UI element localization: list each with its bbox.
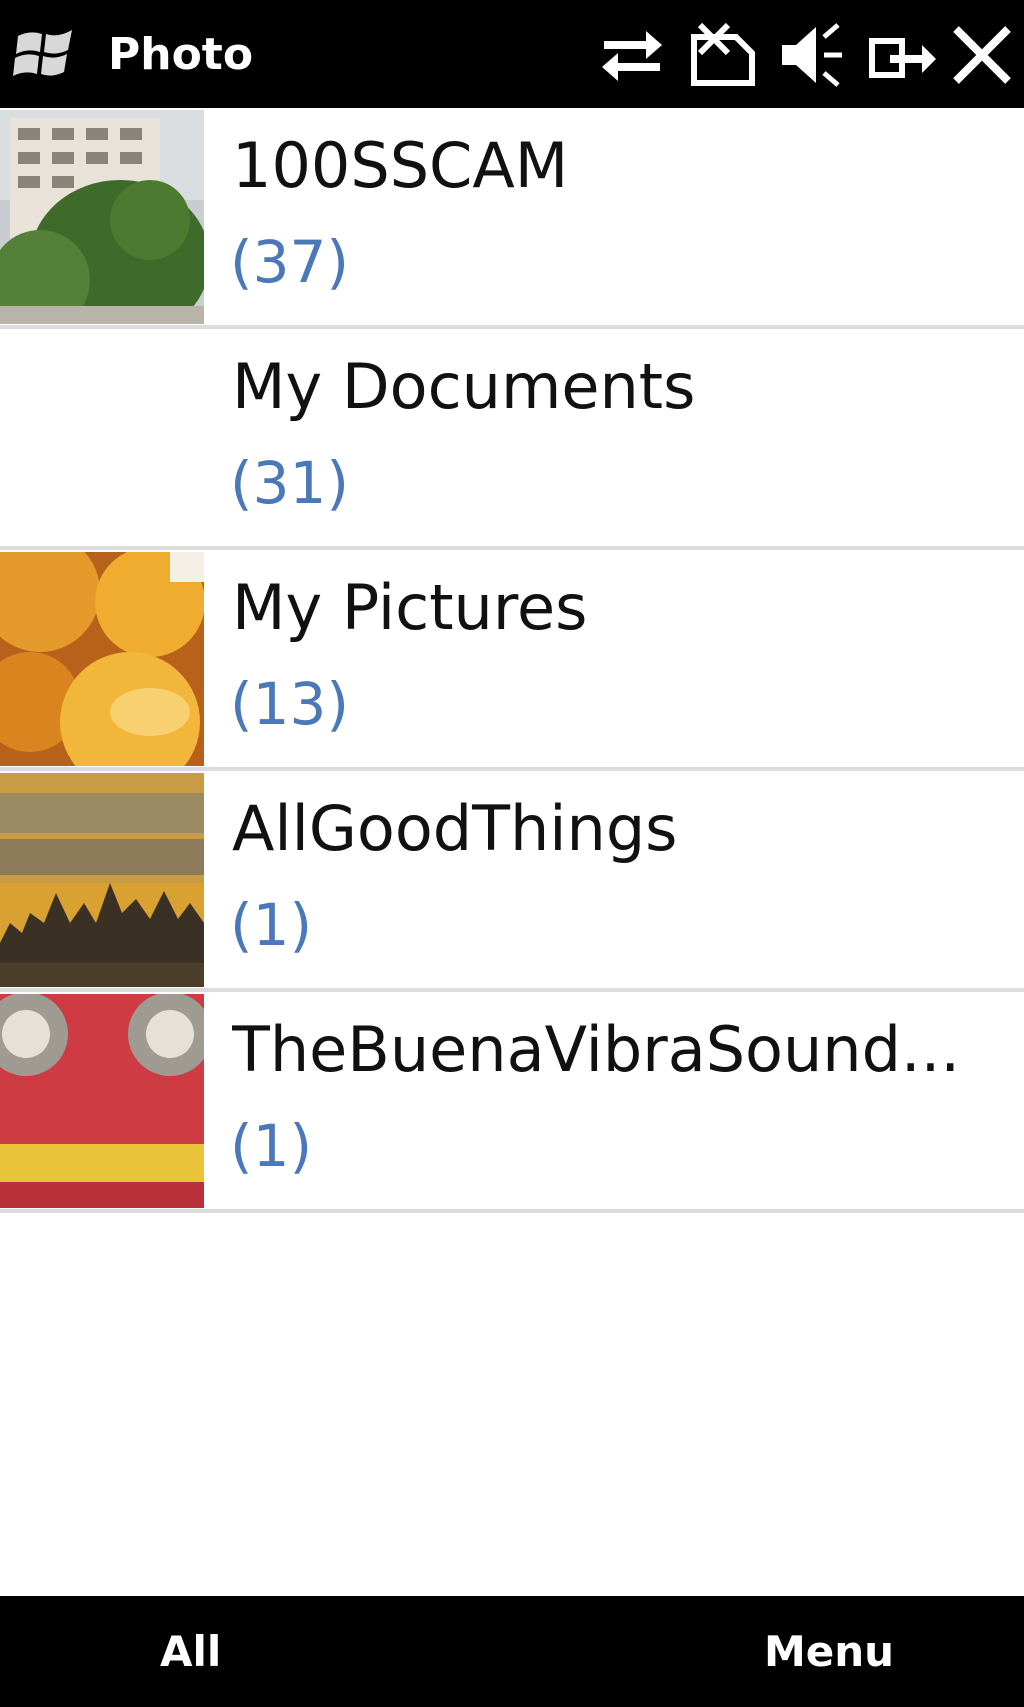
no-sim-icon[interactable]	[686, 19, 758, 91]
app-title: Photo	[108, 29, 254, 80]
album-thumbnail	[0, 773, 204, 987]
softkey-all-button[interactable]: All	[160, 1622, 221, 1682]
album-thumbnail-empty	[0, 331, 204, 545]
windows-flag-icon[interactable]	[12, 24, 82, 86]
list-item[interactable]: TheBuenaVibraSound... (1)	[0, 992, 1024, 1213]
album-thumbnail	[0, 552, 204, 766]
album-count: (13)	[230, 670, 350, 738]
album-count: (1)	[230, 1112, 313, 1180]
close-icon[interactable]	[946, 19, 1018, 91]
list-item[interactable]: My Pictures (13)	[0, 550, 1024, 771]
list-item[interactable]: 100SSCAM (37)	[0, 108, 1024, 329]
album-count: (37)	[230, 228, 350, 296]
connectivity-arrows-icon[interactable]	[596, 19, 668, 91]
list-item[interactable]: My Documents (31)	[0, 329, 1024, 550]
status-icons	[578, 18, 1024, 92]
softkey-bar: All Menu	[0, 1596, 1024, 1707]
album-name: AllGoodThings	[232, 792, 678, 865]
photo-app-screen: Photo 100SSCAM (37) My Documents (31) My…	[0, 0, 1024, 1707]
album-thumbnail	[0, 994, 204, 1208]
list-item[interactable]: AllGoodThings (1)	[0, 771, 1024, 992]
album-count: (31)	[230, 449, 350, 517]
album-name: My Pictures	[232, 571, 588, 644]
album-count: (1)	[230, 891, 313, 959]
softkey-menu-button[interactable]: Menu	[764, 1622, 894, 1682]
title-bar: Photo	[0, 0, 1024, 108]
album-name: 100SSCAM	[232, 129, 569, 202]
album-list: 100SSCAM (37) My Documents (31) My Pictu…	[0, 108, 1024, 1213]
album-name: TheBuenaVibraSound...	[232, 1013, 961, 1086]
album-thumbnail	[0, 110, 204, 324]
album-name: My Documents	[232, 350, 696, 423]
speaker-muted-icon[interactable]	[776, 19, 848, 91]
signal-link-icon[interactable]	[866, 19, 938, 91]
